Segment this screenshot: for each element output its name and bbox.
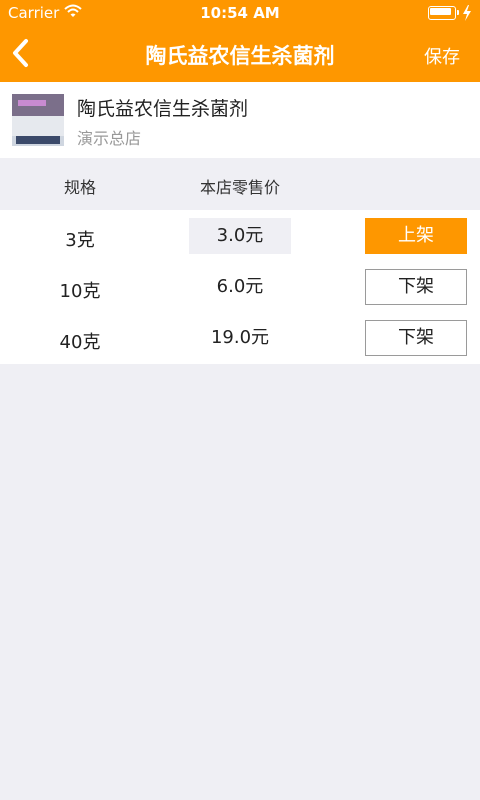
table-row: 40克 19.0元 下架 — [0, 312, 480, 363]
table-header: 规格 本店零售价 — [0, 158, 480, 210]
shelf-off-button[interactable]: 下架 — [365, 269, 467, 305]
price-cell[interactable]: 6.0元 — [189, 269, 291, 305]
status-bar: Carrier 10:54 AM — [0, 0, 480, 26]
shelf-off-button[interactable]: 下架 — [365, 320, 467, 356]
table-row: 10克 6.0元 下架 — [0, 261, 480, 312]
top-bar: Carrier 10:54 AM 陶氏益农信生杀菌剂 保存 — [0, 0, 480, 82]
status-time: 10:54 AM — [200, 4, 280, 22]
shelf-on-button[interactable]: 上架 — [365, 218, 467, 254]
product-thumbnail — [12, 94, 64, 146]
column-header-price: 本店零售价 — [199, 178, 280, 197]
spec-table: 3克 3.0元 上架 10克 6.0元 下架 40克 19.0元 下架 — [0, 210, 480, 364]
price-cell[interactable]: 19.0元 — [189, 320, 291, 356]
store-name: 演示总店 — [77, 129, 142, 148]
product-header: 陶氏益农信生杀菌剂 演示总店 — [0, 82, 480, 158]
table-row: 3克 3.0元 上架 — [0, 210, 480, 261]
spec-cell: 40克 — [59, 332, 101, 353]
column-header-spec: 规格 — [63, 178, 96, 197]
spec-cell: 10克 — [59, 281, 101, 302]
battery-icon — [428, 5, 472, 21]
back-chevron-icon[interactable] — [10, 38, 32, 68]
price-cell[interactable]: 3.0元 — [189, 218, 291, 254]
nav-bar: 陶氏益农信生杀菌剂 保存 — [0, 26, 480, 82]
spec-cell: 3克 — [65, 230, 95, 251]
page-title: 陶氏益农信生杀菌剂 — [145, 44, 335, 68]
save-button[interactable]: 保存 — [424, 43, 460, 69]
product-name: 陶氏益农信生杀菌剂 — [77, 98, 249, 120]
charging-icon — [463, 5, 471, 21]
